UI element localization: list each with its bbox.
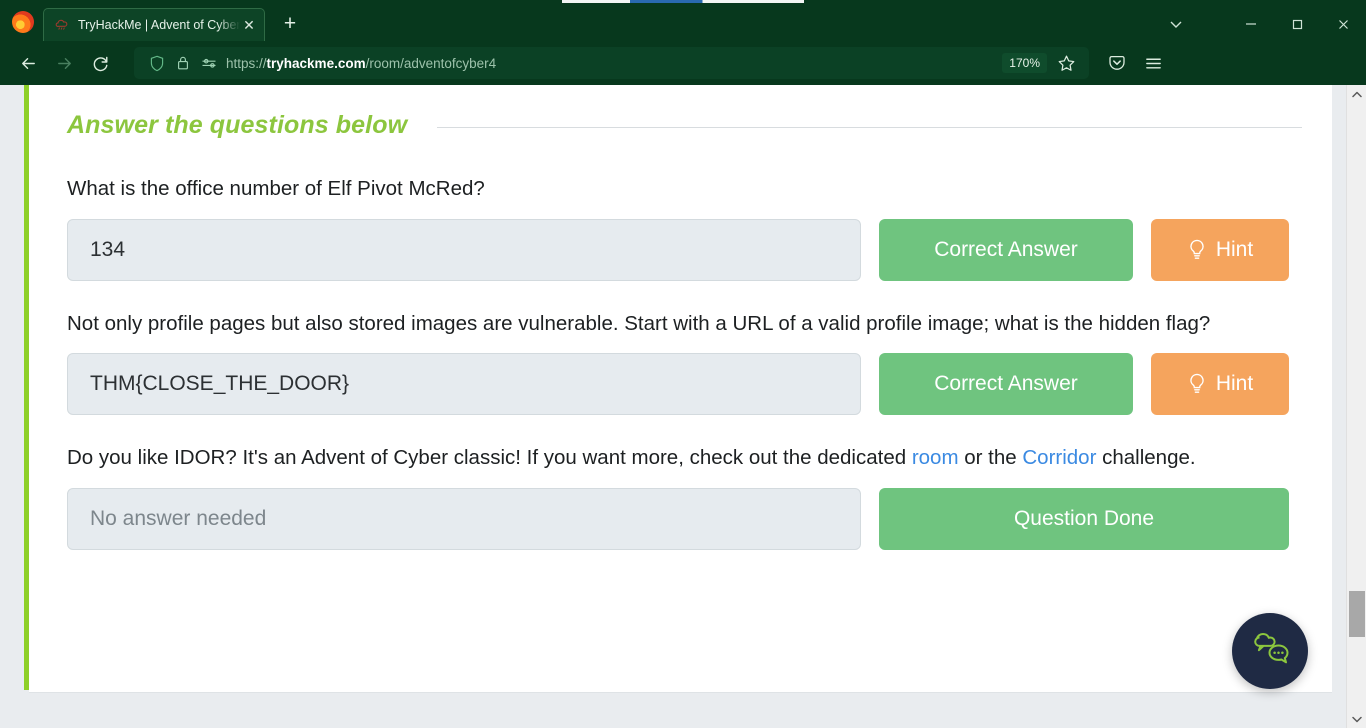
window-controls	[1146, 3, 1366, 41]
answer-row-1: 134 Correct Answer Hint	[67, 218, 1302, 281]
star-icon[interactable]	[1051, 49, 1081, 77]
question-text-2: Not only profile pages but also stored i…	[67, 311, 1211, 335]
address-bar[interactable]: https://tryhackme.com/room/adventofcyber…	[134, 47, 1089, 79]
tab-strip: TryHackMe | Advent of Cyber 20 ✕ +	[0, 3, 1366, 41]
minimize-button[interactable]	[1228, 7, 1274, 41]
firefox-browser-window: TryHackMe | Advent of Cyber 20 ✕ + https…	[0, 0, 1366, 728]
lightbulb-icon	[1190, 374, 1204, 394]
question-text-3: Do you like IDOR? It's an Advent of Cybe…	[67, 443, 1247, 473]
chat-widget-button[interactable]	[1232, 613, 1308, 689]
tracking-protection-shield-icon[interactable]	[144, 53, 170, 73]
chat-bubbles-icon	[1254, 633, 1289, 664]
page-viewport: Answer the questions below What is the o…	[0, 85, 1366, 728]
hint-button-label-1: Hint	[1215, 237, 1254, 261]
url-text[interactable]: https://tryhackme.com/room/adventofcyber…	[222, 56, 1002, 71]
page-scrollbar[interactable]	[1346, 85, 1366, 728]
maximize-restore-button[interactable]	[1274, 7, 1320, 41]
firefox-logo-icon	[12, 11, 34, 33]
tryhackme-room-page: Answer the questions below What is the o…	[0, 85, 1346, 728]
answer-row-2: THM{CLOSE_THE_DOOR} Correct Answer Hint	[67, 353, 1302, 416]
question-done-button[interactable]: Question Done	[879, 488, 1289, 551]
tab-title: TryHackMe | Advent of Cyber 20	[78, 18, 240, 32]
section-title-text: Answer the questions below	[67, 111, 408, 139]
list-all-tabs-button[interactable]	[1146, 7, 1206, 41]
link-room[interactable]: room	[912, 446, 959, 469]
page-title: Answer the questions below	[67, 111, 1302, 140]
question-3-part-4: challenge.	[1096, 446, 1196, 470]
padlock-icon[interactable]	[170, 53, 196, 73]
tab-close-icon[interactable]: ✕	[240, 16, 258, 34]
url-path: /room/adventofcyber4	[365, 55, 497, 71]
back-button[interactable]	[10, 47, 46, 79]
lightbulb-icon	[1190, 239, 1204, 259]
answer-row-3: No answer needed Question Done	[67, 488, 1302, 551]
correct-answer-button-1[interactable]: Correct Answer	[879, 218, 1133, 281]
tryhackme-favicon	[54, 17, 70, 33]
hint-button-2[interactable]: Hint	[1151, 353, 1289, 416]
site-permissions-icon[interactable]	[196, 53, 222, 73]
link-corridor[interactable]: Corridor	[1022, 446, 1096, 469]
scroll-down-arrow-icon[interactable]	[1347, 710, 1366, 728]
url-protocol: https://	[226, 55, 267, 71]
close-window-button[interactable]	[1320, 7, 1366, 41]
navigation-toolbar: https://tryhackme.com/room/adventofcyber…	[0, 41, 1366, 85]
questions-card: Answer the questions below What is the o…	[29, 85, 1332, 693]
question-text-1: What is the office number of Elf Pivot M…	[67, 177, 485, 200]
hint-button-1[interactable]: Hint	[1151, 218, 1289, 281]
question-3-part-2: or the	[958, 446, 1023, 470]
scroll-up-arrow-icon[interactable]	[1347, 85, 1366, 103]
hamburger-menu-icon[interactable]	[1135, 47, 1171, 79]
scrollbar-thumb[interactable]	[1348, 591, 1365, 637]
new-tab-button[interactable]: +	[275, 8, 305, 38]
pocket-save-icon[interactable]	[1099, 47, 1135, 79]
title-divider	[437, 127, 1302, 128]
answer-input-1[interactable]: 134	[67, 218, 861, 281]
zoom-level-badge[interactable]: 170%	[1002, 53, 1047, 73]
answer-input-3[interactable]: No answer needed	[67, 488, 861, 551]
url-domain: tryhackme.com	[266, 55, 366, 71]
correct-answer-button-2[interactable]: Correct Answer	[879, 353, 1133, 416]
question-3-part-0: Do you like IDOR? It's an Advent of Cybe…	[67, 446, 912, 470]
hint-button-label-2: Hint	[1215, 372, 1254, 396]
answer-input-2[interactable]: THM{CLOSE_THE_DOOR}	[67, 353, 861, 416]
scrollbar-track[interactable]	[1347, 103, 1366, 710]
forward-button[interactable]	[46, 47, 82, 79]
toolbar-right-actions	[1099, 47, 1171, 79]
browser-tab-active[interactable]: TryHackMe | Advent of Cyber 20 ✕	[43, 8, 265, 41]
reload-button[interactable]	[82, 47, 118, 79]
